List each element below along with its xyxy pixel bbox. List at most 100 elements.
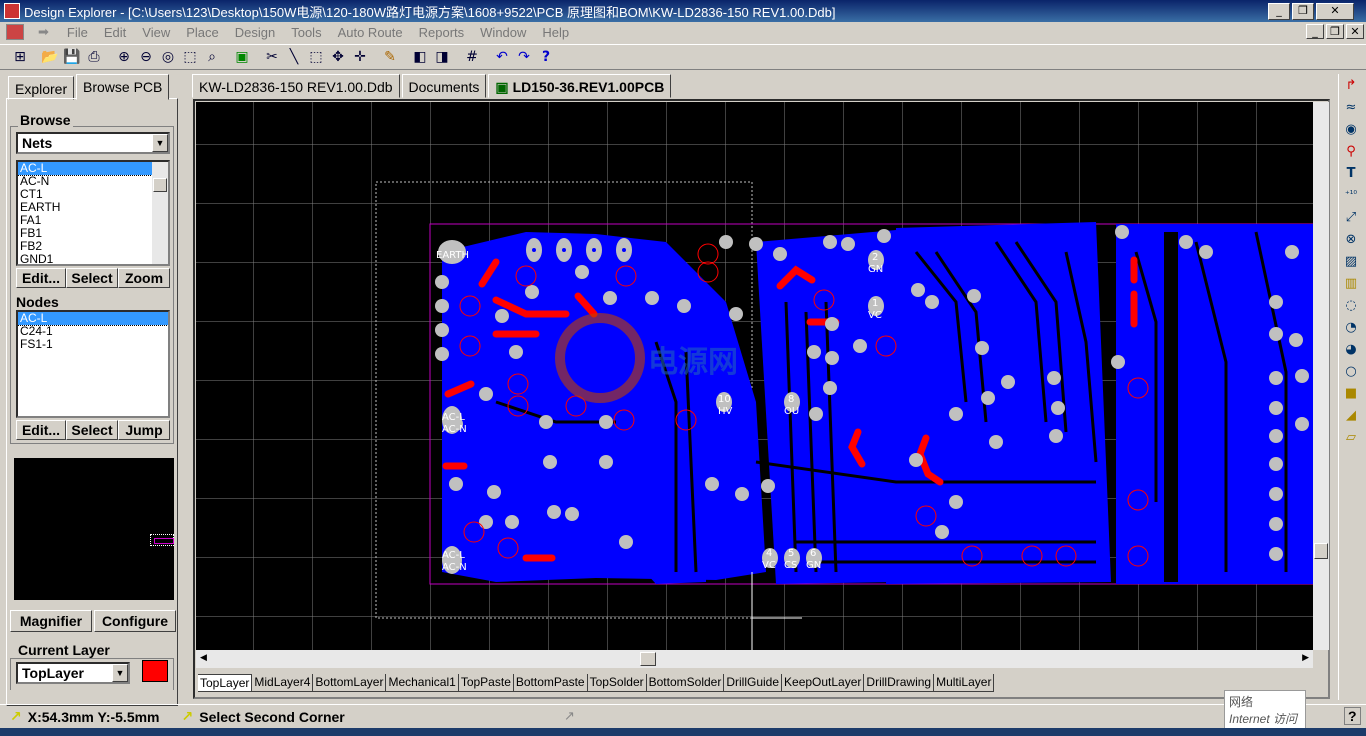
menu-place[interactable]: Place [178,25,227,40]
nav-arrow-icon[interactable]: ➡ [38,25,49,40]
redo-icon[interactable]: ↷ [514,47,534,67]
zoom-select-icon[interactable]: ⌕ [202,47,222,67]
hscroll-thumb[interactable] [640,652,656,666]
coordinate-icon[interactable]: ⁺¹⁰ [1339,184,1363,206]
component-icon[interactable]: ⊗ [1339,228,1363,250]
mini-viewer[interactable] [14,458,174,600]
restore-button[interactable]: ❐ [1292,3,1314,20]
nodes-jump-button[interactable]: Jump [118,420,170,440]
polygon-icon[interactable]: ◢ [1339,404,1363,426]
configure-button[interactable]: Configure [94,610,176,632]
layer-tab-midlayer4[interactable]: MidLayer4 [252,674,314,692]
close-button[interactable]: ✕ [1316,3,1354,20]
library-icon[interactable]: ◧ [410,47,430,67]
undo-icon[interactable]: ↶ [492,47,512,67]
pad-icon[interactable]: ◉ [1339,118,1363,140]
nets-zoom-button[interactable]: Zoom [118,268,170,288]
zoom-out-icon[interactable]: ⊖ [136,47,156,67]
layer-tab-toplayer[interactable]: TopLayer [198,674,253,692]
pencil-icon[interactable]: ✎ [380,47,400,67]
canvas-vertical-scrollbar[interactable] [1313,102,1329,650]
chevron-down-icon[interactable]: ▼ [152,134,168,152]
nets-scrollbar[interactable] [152,162,168,264]
tab-pcb[interactable]: ▣ LD150-36.REV1.00PCB [488,74,672,98]
pcb-drawing[interactable]: EARTH AC-L AC-N AC-L AC-N 2 GN 1 VC 10 H… [196,102,1313,650]
fill-icon[interactable]: ■ [1339,382,1363,404]
canvas-horizontal-scrollbar[interactable]: ◀ ▶ [196,650,1313,668]
list-item[interactable]: FS1-1 [18,338,168,351]
pcb-canvas[interactable]: EARTH AC-L AC-N AC-L AC-N 2 GN 1 VC 10 H… [196,102,1313,650]
menu-reports[interactable]: Reports [411,25,473,40]
via-icon[interactable]: ⚲ [1339,140,1363,162]
app-menu-icon[interactable] [6,24,24,40]
room-icon[interactable]: ▥ [1339,272,1363,294]
select-icon[interactable]: ⬚ [306,47,326,67]
tab-documents[interactable]: Documents [401,74,487,98]
child-restore-button[interactable]: ❐ [1326,24,1344,39]
chevron-down-icon[interactable]: ▼ [112,664,128,682]
scroll-left-icon[interactable]: ◀ [200,652,207,663]
arc-center-icon[interactable]: ◌ [1339,294,1363,316]
layer-tab-bottompaste[interactable]: BottomPaste [513,674,588,692]
tab-explorer[interactable]: Explorer [8,76,75,100]
menu-file[interactable]: File [59,25,96,40]
layer-tab-multilayer[interactable]: MultiLayer [934,674,995,692]
nodes-list[interactable]: AC-L C24-1 FS1-1 [16,310,170,418]
arc-route-icon[interactable]: ≈ [1339,96,1363,118]
menu-tools[interactable]: Tools [283,25,329,40]
menu-window[interactable]: Window [472,25,534,40]
components-icon[interactable]: ⊞ [10,47,30,67]
move-select-icon[interactable]: ✥ [328,47,348,67]
board-icon[interactable]: ▣ [232,47,252,67]
dimension-icon[interactable]: ⤢ [1339,206,1363,228]
split-plane-icon[interactable]: ▱ [1339,426,1363,448]
menu-design[interactable]: Design [227,25,283,40]
layer-tab-drilldrawing[interactable]: DrillDrawing [864,674,935,692]
magnifier-button[interactable]: Magnifier [10,610,92,632]
list-item[interactable]: GND1 [18,253,168,265]
circle-icon[interactable]: ○ [1339,360,1363,382]
vscroll-thumb[interactable] [1314,543,1328,559]
layer-tab-keepoutlayer[interactable]: KeepOutLayer [782,674,865,692]
nodes-edit-button[interactable]: Edit... [16,420,66,440]
menu-edit[interactable]: Edit [96,25,134,40]
layer-tab-bottomlayer[interactable]: BottomLayer [313,674,387,692]
nodes-select-button[interactable]: Select [66,420,118,440]
menu-auto-route[interactable]: Auto Route [330,25,411,40]
layer-tab-topsolder[interactable]: TopSolder [587,674,647,692]
menu-view[interactable]: View [134,25,178,40]
menu-help[interactable]: Help [534,25,577,40]
move-icon[interactable]: ✛ [350,47,370,67]
zoom-area-icon[interactable]: ⬚ [180,47,200,67]
grid-icon[interactable]: # [462,47,482,67]
library2-icon[interactable]: ◨ [432,47,452,67]
help-icon[interactable]: ? [1344,707,1361,725]
child-close-button[interactable]: ✕ [1346,24,1364,39]
fill-pattern-icon[interactable]: ▨ [1339,250,1363,272]
layer-tab-bottomsolder[interactable]: BottomSolder [646,674,725,692]
save-icon[interactable]: 💾 [62,47,82,67]
layer-color-swatch[interactable] [142,660,168,682]
arc-any-icon[interactable]: ◕ [1339,338,1363,360]
nets-list[interactable]: AC-L AC-N CT1 EARTH FA1 FB1 FB2 GND1 [16,160,170,266]
open-icon[interactable]: 📂 [40,47,60,67]
child-minimize-button[interactable]: _ [1306,24,1324,39]
zoom-fit-icon[interactable]: ◎ [158,47,178,67]
tab-browse-pcb[interactable]: Browse PCB [76,74,170,100]
tab-ddb[interactable]: KW-LD2836-150 REV1.00.Ddb [192,74,400,98]
wire-icon[interactable]: ╲ [284,47,304,67]
browse-select[interactable]: Nets ▼ [16,132,170,154]
interactive-route-icon[interactable]: ↱ [1339,74,1363,96]
string-icon[interactable]: T [1339,162,1363,184]
layer-tab-drillguide[interactable]: DrillGuide [724,674,783,692]
scroll-right-icon[interactable]: ▶ [1302,652,1309,663]
layer-tab-mechanical1[interactable]: Mechanical1 [386,674,459,692]
layer-tab-toppaste[interactable]: TopPaste [458,674,514,692]
help-icon[interactable]: ? [536,47,556,67]
nets-select-button[interactable]: Select [66,268,118,288]
minimize-button[interactable]: _ [1268,3,1290,20]
print-icon[interactable]: ⎙ [84,47,104,67]
current-layer-select[interactable]: TopLayer ▼ [16,662,130,684]
nets-edit-button[interactable]: Edit... [16,268,66,288]
zoom-in-icon[interactable]: ⊕ [114,47,134,67]
